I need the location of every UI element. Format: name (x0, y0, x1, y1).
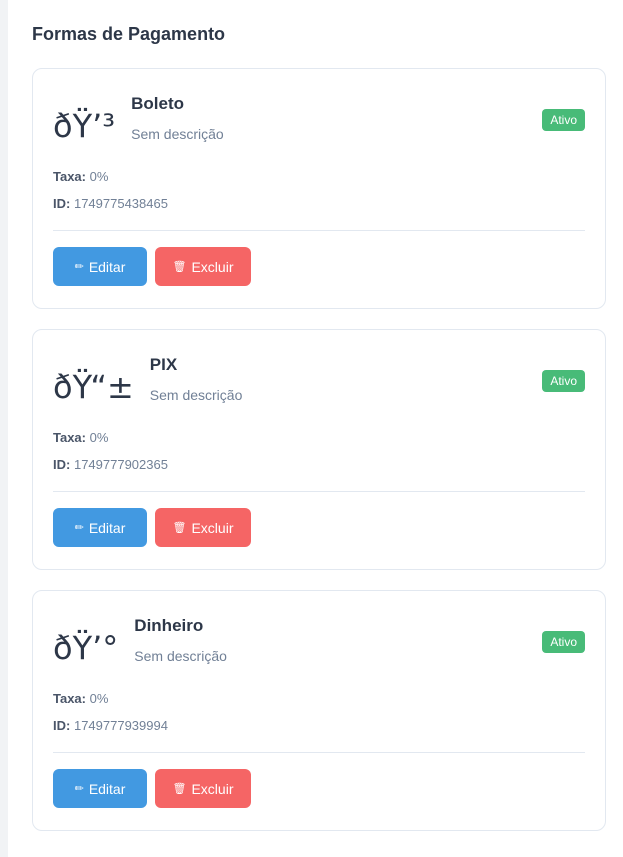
payment-method-name: PIX (149, 355, 178, 374)
edit-button[interactable]: ✏ Editar (53, 769, 147, 808)
payment-method-card-pix: ðŸ“± PIX Sem descrição Ativo Taxa: 0% ID… (32, 329, 606, 570)
edit-button[interactable]: ✏ Editar (53, 508, 147, 547)
taxa-row: Taxa: 0% (53, 430, 585, 446)
delete-button[interactable]: 🗑 Excluir (155, 769, 251, 808)
trash-icon: 🗑 (172, 521, 187, 534)
taxa-value: 0% (89, 169, 109, 184)
edit-button[interactable]: ✏ Editar (53, 247, 147, 286)
delete-button-label: Excluir (191, 780, 234, 797)
payment-method-description: Sem descrição (134, 648, 227, 664)
id-value: 1749775438465 (73, 196, 168, 211)
pencil-icon: ✏ (74, 521, 84, 534)
payment-method-icon: ðŸ’° (53, 629, 119, 667)
payment-method-icon: ðŸ’³ (53, 107, 116, 145)
payment-method-name: Dinheiro (134, 616, 204, 635)
edit-button-label: Editar (88, 258, 126, 275)
section-title: Formas de Pagamento (32, 24, 226, 44)
status-badge: Ativo (542, 109, 585, 131)
edit-button-label: Editar (88, 780, 126, 797)
delete-button[interactable]: 🗑 Excluir (155, 508, 251, 547)
payment-methods-panel: Formas de Pagamento ðŸ’³ Boleto Sem desc… (8, 0, 623, 857)
taxa-label: Taxa: (53, 169, 86, 184)
delete-button[interactable]: 🗑 Excluir (155, 247, 251, 286)
id-row: ID: 1749777902365 (53, 457, 585, 473)
payment-method-description: Sem descrição (131, 126, 224, 142)
trash-icon: 🗑 (172, 782, 187, 795)
payment-method-name: Boleto (131, 94, 185, 113)
trash-icon: 🗑 (172, 260, 187, 273)
id-row: ID: 1749775438465 (53, 196, 585, 212)
id-label: ID: (53, 196, 71, 211)
delete-button-label: Excluir (191, 519, 234, 536)
id-value: 1749777902365 (73, 457, 168, 472)
payment-method-card-dinheiro: ðŸ’° Dinheiro Sem descrição Ativo Taxa: … (32, 590, 606, 831)
divider (53, 752, 585, 753)
payment-method-description: Sem descrição (149, 387, 243, 403)
divider (53, 230, 585, 231)
payment-method-icon: ðŸ“± (53, 368, 134, 406)
taxa-label: Taxa: (53, 691, 86, 706)
taxa-value: 0% (89, 430, 109, 445)
taxa-label: Taxa: (53, 430, 86, 445)
taxa-row: Taxa: 0% (53, 169, 585, 185)
status-badge: Ativo (542, 631, 585, 653)
id-row: ID: 1749777939994 (53, 718, 585, 734)
payment-method-card-boleto: ðŸ’³ Boleto Sem descrição Ativo Taxa: 0%… (32, 68, 606, 309)
id-label: ID: (53, 718, 71, 733)
status-badge: Ativo (542, 370, 585, 392)
pencil-icon: ✏ (74, 260, 84, 273)
edit-button-label: Editar (88, 519, 126, 536)
divider (53, 491, 585, 492)
delete-button-label: Excluir (191, 258, 234, 275)
pencil-icon: ✏ (74, 782, 84, 795)
id-label: ID: (53, 457, 71, 472)
taxa-row: Taxa: 0% (53, 691, 585, 707)
id-value: 1749777939994 (73, 718, 168, 733)
taxa-value: 0% (89, 691, 109, 706)
